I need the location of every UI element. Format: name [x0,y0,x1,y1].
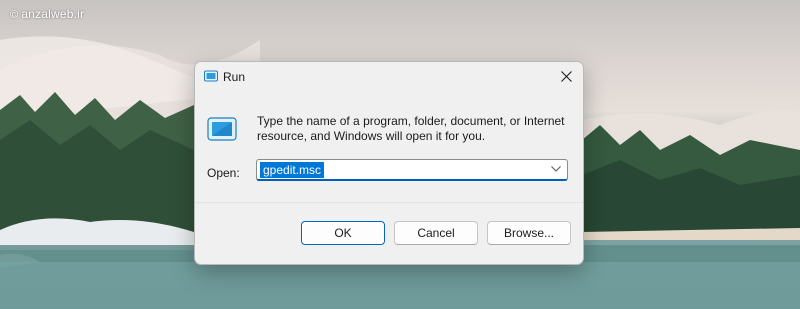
run-large-icon [207,117,237,141]
browse-button[interactable]: Browse... [487,221,571,245]
open-combobox[interactable]: gpedit.msc [256,159,568,181]
close-button[interactable] [551,62,583,92]
chevron-down-icon[interactable] [551,166,561,172]
watermark: © anzalweb.ir [10,7,84,21]
ok-button[interactable]: OK [301,221,385,245]
run-dialog: Run Type the name of a program, folder, … [194,61,584,265]
copyright-symbol: © [10,9,19,21]
watermark-text: anzalweb.ir [21,7,85,21]
close-icon [561,71,572,82]
cancel-button[interactable]: Cancel [394,221,478,245]
dialog-description: Type the name of a program, folder, docu… [257,114,565,143]
open-input[interactable]: gpedit.msc [260,162,325,178]
divider [195,202,583,203]
run-icon [204,70,218,82]
open-label: Open: [207,166,240,180]
dialog-title: Run [223,70,246,84]
title-bar[interactable]: Run [195,62,583,92]
